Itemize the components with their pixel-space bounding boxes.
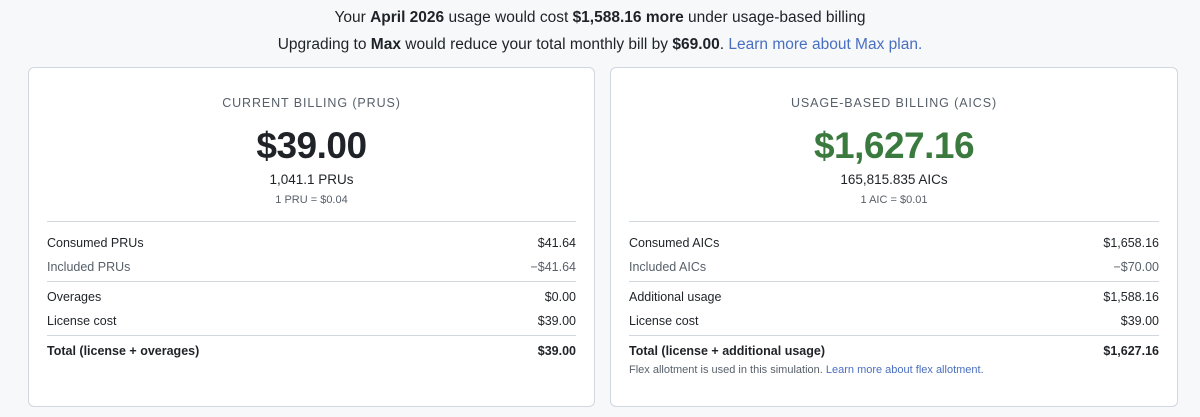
line-item-included: Included PRUs −$41.64 — [47, 258, 576, 276]
card-title: USAGE-BASED BILLING (AICS) — [790, 96, 998, 110]
divider — [629, 221, 1159, 222]
footnote-text: Flex allotment is used in this simulatio… — [629, 364, 826, 376]
divider — [47, 281, 576, 282]
line-item-label: Additional usage — [629, 290, 722, 304]
line-item-value: $39.00 — [537, 314, 576, 328]
card-title: CURRENT BILLING (PRUS) — [222, 96, 401, 110]
line-item-value: $39.00 — [1120, 314, 1159, 328]
max-plan-link[interactable]: Learn more about Max plan. — [728, 36, 922, 53]
summary-text: Your — [334, 9, 371, 26]
line-item-label: License cost — [47, 314, 117, 328]
flex-allotment-link[interactable]: Learn more about flex allotment. — [826, 364, 984, 376]
line-item-label: Overages — [47, 290, 102, 304]
total-label: Total (license + overages) — [47, 344, 200, 358]
summary-text: would reduce your total monthly bill by — [400, 36, 673, 53]
line-item-value: $0.00 — [544, 290, 576, 304]
total-value: $39.00 — [537, 344, 576, 358]
total-value: $1,627.16 — [1103, 344, 1159, 358]
extra-cost-amount: $1,588.16 more — [572, 9, 684, 26]
line-item-label: License cost — [629, 314, 699, 328]
divider — [47, 221, 576, 222]
divider — [629, 335, 1159, 336]
pru-rate: 1 PRU = $0.04 — [275, 194, 348, 206]
line-item-additional-usage: Additional usage $1,588.16 — [629, 288, 1159, 306]
pru-units: 1,041.1 PRUs — [269, 172, 354, 187]
usage-based-billing-card: USAGE-BASED BILLING (AICS) $1,627.16 165… — [610, 67, 1178, 407]
line-item-value: $1,588.16 — [1103, 290, 1159, 304]
line-item-consumed: Consumed PRUs $41.64 — [47, 234, 576, 252]
divider — [629, 281, 1159, 282]
upgrade-summary: Upgrading to Max would reduce your total… — [0, 35, 1200, 55]
billing-month: April 2026 — [370, 9, 445, 26]
aic-rate: 1 AIC = $0.01 — [860, 194, 928, 206]
line-item-value: $41.64 — [537, 236, 576, 250]
divider — [47, 335, 576, 336]
line-item-consumed: Consumed AICs $1,658.16 — [629, 234, 1159, 252]
line-item-total: Total (license + additional usage) $1,62… — [629, 342, 1159, 360]
summary-text: under usage-based billing — [683, 9, 866, 26]
line-item-label: Included PRUs — [47, 260, 131, 274]
line-item-value: $1,658.16 — [1103, 236, 1159, 250]
plan-name: Max — [370, 36, 401, 53]
current-billing-amount: $39.00 — [256, 125, 367, 166]
total-label: Total (license + additional usage) — [629, 344, 825, 358]
cost-summary: Your April 2026 usage would cost $1,588.… — [0, 8, 1200, 28]
line-item-label: Consumed PRUs — [47, 236, 144, 250]
line-item-total: Total (license + overages) $39.00 — [47, 342, 576, 360]
current-billing-card: CURRENT BILLING (PRUS) $39.00 1,041.1 PR… — [28, 67, 595, 407]
line-item-label: Included AICs — [629, 260, 707, 274]
line-item-license: License cost $39.00 — [47, 312, 576, 330]
line-item-label: Consumed AICs — [629, 236, 720, 250]
line-item-overages: Overages $0.00 — [47, 288, 576, 306]
summary-text: . — [719, 36, 725, 53]
summary-text: Upgrading to — [277, 36, 371, 53]
savings-amount: $69.00 — [672, 36, 720, 53]
line-item-license: License cost $39.00 — [629, 312, 1159, 330]
line-item-included: Included AICs −$70.00 — [629, 258, 1159, 276]
flex-allotment-note: Flex allotment is used in this simulatio… — [629, 364, 984, 376]
line-item-value: −$70.00 — [1113, 260, 1159, 274]
summary-text: usage would cost — [444, 9, 573, 26]
aic-units: 165,815.835 AICs — [840, 172, 948, 187]
usage-billing-amount: $1,627.16 — [813, 125, 975, 166]
line-item-value: −$41.64 — [530, 260, 576, 274]
